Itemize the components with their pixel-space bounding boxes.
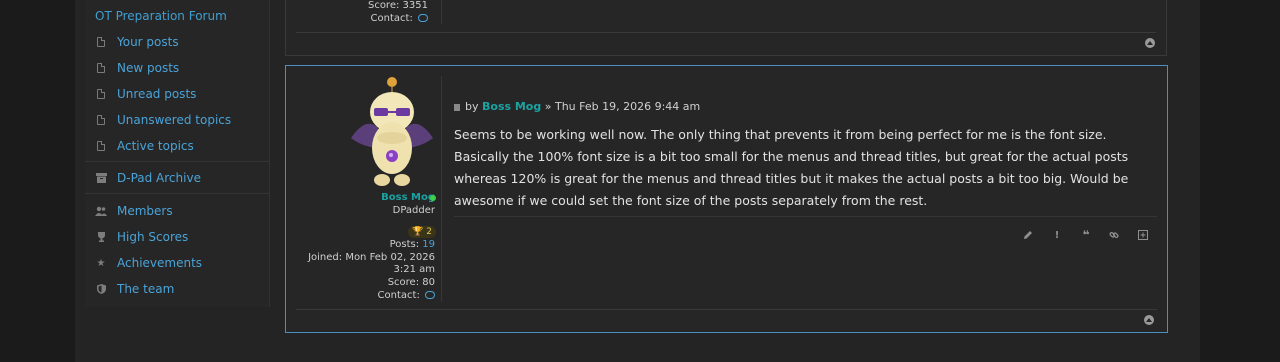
back-to-top-icon[interactable] — [1144, 315, 1154, 325]
posts-count-link[interactable]: 19 — [422, 239, 435, 250]
online-status-icon — [430, 195, 436, 201]
divider — [296, 32, 1156, 33]
post-icon[interactable] — [454, 103, 460, 111]
sidebar-item-new-posts[interactable]: New posts — [95, 58, 179, 78]
document-icon — [95, 88, 107, 100]
contact-row: Contact: — [378, 290, 435, 301]
shield-icon — [95, 283, 107, 295]
archive-icon — [95, 172, 107, 184]
edit-icon[interactable] — [1020, 228, 1036, 242]
link-icon[interactable] — [1106, 228, 1122, 242]
posts-row: Posts: 19 — [389, 239, 435, 250]
trophy-icon: 🏆 — [412, 227, 424, 237]
sidebar-item-label: D-Pad Archive — [117, 171, 201, 185]
trophy-badge[interactable]: 🏆 2 — [408, 226, 436, 238]
sidebar-item-high-scores[interactable]: High Scores — [95, 227, 188, 247]
users-icon — [95, 205, 107, 217]
back-to-top-icon[interactable] — [1145, 38, 1155, 48]
divider — [454, 216, 1157, 217]
post-byline: by Boss Mog » Thu Feb 19, 2026 9:44 am — [454, 100, 700, 113]
sidebar-item-label: Achievements — [117, 256, 203, 270]
multiquote-icon[interactable] — [1135, 228, 1151, 242]
sidebar-item-label: Active topics — [117, 139, 194, 153]
sidebar-item-achievements[interactable]: ★ Achievements — [95, 253, 203, 273]
sidebar-item-label: Unread posts — [117, 87, 197, 101]
document-icon — [95, 140, 107, 152]
quote-icon[interactable]: ❝ — [1078, 228, 1094, 242]
sidebar-item-dpad-archive[interactable]: D-Pad Archive — [95, 168, 201, 188]
post: Boss Mog DPadder 🏆 2 Posts: 19 Joined: M… — [285, 65, 1168, 333]
sidebar-item-unread-posts[interactable]: Unread posts — [95, 84, 196, 104]
forum-link[interactable]: OT Preparation Forum — [95, 9, 227, 23]
score-row: Score: 80 — [387, 277, 435, 288]
divider — [441, 0, 442, 24]
score-row: Score: 3351 — [367, 0, 428, 11]
star-icon: ★ — [96, 257, 106, 269]
sidebar-item-label: Members — [117, 204, 173, 218]
sidebar-item-label: New posts — [117, 61, 180, 75]
sidebar-item-members[interactable]: Members — [95, 201, 173, 221]
sidebar-item-the-team[interactable]: The team — [95, 279, 174, 299]
sidebar-divider — [85, 193, 269, 194]
trophy-count: 2 — [426, 227, 432, 237]
sidebar: OT Preparation Forum Your posts New post… — [85, 0, 270, 307]
avatar — [351, 77, 433, 186]
divider — [441, 76, 442, 302]
joined-time: 3:21 am — [393, 264, 435, 275]
document-icon — [95, 114, 107, 126]
chat-icon[interactable] — [425, 291, 435, 299]
post-content: Seems to be working well now. The only t… — [454, 127, 1129, 208]
trophy-icon — [95, 231, 107, 243]
divider — [296, 309, 1157, 310]
document-icon — [95, 36, 107, 48]
post-timestamp: Thu Feb 19, 2026 9:44 am — [554, 100, 701, 113]
sidebar-item-label: Your posts — [117, 35, 179, 49]
sidebar-item-label: The team — [117, 282, 175, 296]
document-icon — [95, 62, 107, 74]
sidebar-item-unanswered-topics[interactable]: Unanswered topics — [95, 110, 231, 130]
sidebar-item-label: Unanswered topics — [117, 113, 232, 127]
joined-row: Joined: Mon Feb 02, 2026 — [308, 252, 435, 263]
previous-post: Score: 3351 Contact: — [285, 0, 1167, 56]
sidebar-item-label: High Scores — [117, 230, 189, 244]
username-link[interactable]: Boss Mog — [381, 192, 435, 203]
sidebar-item-your-posts[interactable]: Your posts — [95, 32, 179, 52]
chat-icon[interactable] — [418, 14, 428, 22]
user-rank: DPadder — [392, 205, 435, 216]
sidebar-item-active-topics[interactable]: Active topics — [95, 136, 194, 156]
report-icon[interactable]: ! — [1049, 228, 1065, 242]
contact-row: Contact: — [371, 13, 428, 24]
sidebar-divider — [85, 161, 269, 162]
author-link[interactable]: Boss Mog — [482, 100, 541, 113]
